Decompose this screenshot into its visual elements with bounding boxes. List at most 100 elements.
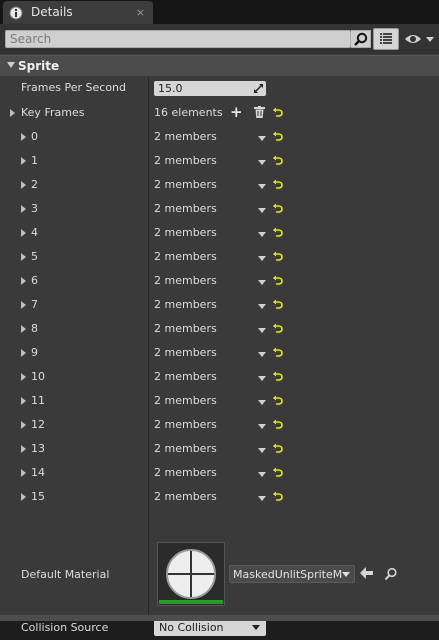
chevron-down-icon[interactable] — [258, 352, 266, 357]
key-frame-row[interactable]: 4 2 members — [0, 221, 439, 245]
chevron-right-icon[interactable] — [21, 133, 26, 141]
key-frame-row[interactable]: 2 2 members — [0, 173, 439, 197]
spin-icon[interactable] — [254, 83, 263, 96]
reset-to-default-icon[interactable] — [273, 371, 283, 384]
collision-source-label: Collision Source — [21, 621, 109, 634]
key-frame-row[interactable]: 1 2 members — [0, 149, 439, 173]
reset-to-default-icon[interactable] — [273, 131, 283, 144]
reset-to-default-icon[interactable] — [273, 395, 283, 408]
chevron-right-icon[interactable] — [10, 109, 15, 117]
chevron-right-icon[interactable] — [21, 301, 26, 309]
key-frame-row[interactable]: 7 2 members — [0, 293, 439, 317]
chevron-down-icon[interactable] — [258, 472, 266, 477]
key-frame-index: 8 — [31, 322, 38, 335]
search-icon[interactable] — [351, 30, 371, 48]
tab-details[interactable]: Details × — [3, 1, 153, 24]
key-frame-value: 2 members — [154, 202, 217, 215]
reset-to-default-icon[interactable] — [273, 203, 283, 216]
key-frame-row[interactable]: 10 2 members — [0, 365, 439, 389]
chevron-down-icon[interactable] — [258, 232, 266, 237]
reset-to-default-icon[interactable] — [273, 227, 283, 240]
property-list: Frames Per Second 15.0 Key Frames 16 ele… — [0, 76, 439, 636]
chevron-down-icon[interactable] — [258, 304, 266, 309]
chevron-right-icon[interactable] — [21, 229, 26, 237]
chevron-down-icon[interactable] — [258, 496, 266, 501]
chevron-right-icon[interactable] — [21, 181, 26, 189]
reset-to-default-icon[interactable] — [273, 347, 283, 360]
key-frame-row[interactable]: 0 2 members — [0, 125, 439, 149]
tab-bar: Details × — [0, 0, 439, 24]
chevron-down-icon[interactable] — [258, 208, 266, 213]
key-frame-row[interactable]: 13 2 members — [0, 437, 439, 461]
chevron-down-icon[interactable] — [258, 256, 266, 261]
key-frame-index: 11 — [31, 394, 45, 407]
add-icon[interactable]: + — [230, 105, 243, 120]
key-frame-index: 0 — [31, 130, 38, 143]
chevron-right-icon[interactable] — [21, 493, 26, 501]
key-frame-index: 1 — [31, 154, 38, 167]
collision-source-combo[interactable]: No Collision — [154, 619, 266, 636]
key-frame-row[interactable]: 12 2 members — [0, 413, 439, 437]
chevron-down-icon[interactable] — [258, 400, 266, 405]
key-frame-index: 6 — [31, 274, 38, 287]
chevron-down-icon[interactable] — [258, 376, 266, 381]
key-frame-row[interactable]: 11 2 members — [0, 389, 439, 413]
search-input[interactable] — [5, 30, 351, 48]
chevron-down-icon[interactable] — [258, 136, 266, 141]
chevron-down-icon[interactable] — [258, 424, 266, 429]
key-frame-row[interactable]: 14 2 members — [0, 461, 439, 485]
key-frame-row[interactable]: 3 2 members — [0, 197, 439, 221]
category-sprite[interactable]: Sprite — [0, 55, 439, 76]
chevron-down-icon[interactable] — [258, 448, 266, 453]
reset-to-default-icon[interactable] — [273, 467, 283, 480]
key-frames-row[interactable]: Key Frames 16 elements + — [0, 101, 439, 125]
chevron-right-icon[interactable] — [21, 397, 26, 405]
chevron-down-icon[interactable] — [258, 280, 266, 285]
material-combo[interactable]: MaskedUnlitSpriteMa — [229, 565, 355, 583]
browse-search-icon[interactable] — [384, 567, 398, 584]
reset-to-default-icon[interactable] — [273, 179, 283, 192]
key-frame-row[interactable]: 15 2 members — [0, 485, 439, 509]
chevron-right-icon[interactable] — [21, 253, 26, 261]
trash-icon[interactable] — [254, 106, 265, 121]
reset-to-default-icon[interactable] — [273, 107, 283, 120]
reset-to-default-icon[interactable] — [273, 251, 283, 264]
key-frame-index: 4 — [31, 226, 38, 239]
chevron-right-icon[interactable] — [21, 373, 26, 381]
key-frame-value: 2 members — [154, 178, 217, 191]
reset-to-default-icon[interactable] — [273, 275, 283, 288]
chevron-right-icon[interactable] — [21, 277, 26, 285]
property-matrix-button[interactable] — [373, 28, 399, 50]
reset-to-default-icon[interactable] — [273, 419, 283, 432]
chevron-right-icon[interactable] — [21, 157, 26, 165]
reset-to-default-icon[interactable] — [273, 155, 283, 168]
reset-to-default-icon[interactable] — [273, 299, 283, 312]
key-frame-row[interactable]: 6 2 members — [0, 269, 439, 293]
chevron-down-icon — [252, 625, 260, 630]
fps-input[interactable]: 15.0 — [154, 81, 266, 96]
chevron-down-icon[interactable] — [258, 160, 266, 165]
use-selected-arrow-icon[interactable] — [360, 567, 374, 582]
key-frame-index: 9 — [31, 346, 38, 359]
chevron-right-icon[interactable] — [21, 421, 26, 429]
chevron-right-icon[interactable] — [21, 325, 26, 333]
key-frame-row[interactable]: 8 2 members — [0, 317, 439, 341]
close-icon[interactable]: × — [136, 6, 145, 19]
material-thumbnail[interactable] — [157, 542, 225, 606]
reset-to-default-icon[interactable] — [273, 443, 283, 456]
chevron-down-icon[interactable] — [258, 328, 266, 333]
chevron-right-icon[interactable] — [21, 445, 26, 453]
key-frame-index: 3 — [31, 202, 38, 215]
view-options-button[interactable] — [404, 31, 436, 47]
chevron-right-icon[interactable] — [21, 205, 26, 213]
key-frame-row[interactable]: 5 2 members — [0, 245, 439, 269]
reset-to-default-icon[interactable] — [273, 323, 283, 336]
key-frame-index: 2 — [31, 178, 38, 191]
chevron-down-icon[interactable] — [258, 184, 266, 189]
key-frame-row[interactable]: 9 2 members — [0, 341, 439, 365]
chevron-right-icon[interactable] — [21, 469, 26, 477]
bottom-strip — [0, 615, 439, 621]
reset-to-default-icon[interactable] — [273, 491, 283, 504]
key-frame-value: 2 members — [154, 418, 217, 431]
chevron-right-icon[interactable] — [21, 349, 26, 357]
